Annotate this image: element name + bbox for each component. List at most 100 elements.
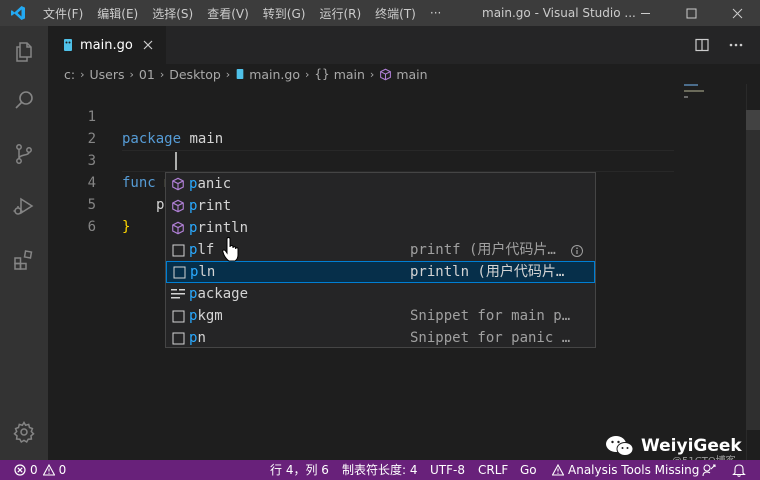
error-icon	[14, 464, 26, 476]
breadcrumb: c: › Users › 01 › Desktop › main.go › {}…	[48, 64, 760, 84]
snippet-icon	[170, 330, 186, 346]
breadcrumb-package[interactable]: main	[334, 67, 365, 82]
line-number: 6	[87, 219, 96, 235]
search-icon[interactable]	[0, 76, 48, 124]
info-icon[interactable]	[570, 243, 584, 257]
suggestion-label: println	[189, 217, 248, 239]
menu-selection[interactable]: 选择(S)	[145, 5, 200, 22]
vscode-logo-icon	[0, 0, 36, 26]
menu-terminal[interactable]: 终端(T)	[368, 5, 423, 22]
keyword-icon	[170, 286, 186, 302]
breadcrumb-file[interactable]: main.go	[249, 67, 300, 82]
code-line: 1 package main	[48, 84, 224, 147]
suggestion-rest: kgm	[197, 308, 223, 324]
suggestion-label: pkgm	[189, 305, 223, 327]
scrollbar-thumb[interactable]	[746, 110, 760, 130]
minimize-button[interactable]	[622, 0, 668, 26]
maximize-button[interactable]	[668, 0, 714, 26]
snippet-icon	[170, 308, 186, 324]
window-title: main.go - Visual Studio ...	[482, 6, 636, 20]
menu-edit[interactable]: 编辑(E)	[90, 5, 145, 22]
indentation[interactable]: 制表符长度: 4	[342, 460, 418, 480]
suggestion-rest: n	[197, 330, 206, 346]
minimap[interactable]	[682, 84, 746, 460]
breadcrumb-drive[interactable]: c:	[64, 67, 75, 82]
suggestion-detail: Snippet for panic …	[410, 330, 571, 346]
suggestion-label: plf	[189, 239, 214, 261]
go-file-icon	[235, 68, 245, 80]
wechat-logo-icon	[606, 436, 634, 456]
suggestion-item-pn[interactable]: pn Snippet for panic …	[166, 327, 595, 349]
language-mode[interactable]: Go	[520, 460, 537, 480]
breadcrumb-desktop[interactable]: Desktop	[169, 67, 221, 82]
suggestion-item-println[interactable]: println	[166, 217, 595, 239]
close-window-button[interactable]	[714, 0, 760, 26]
menu-go[interactable]: 转到(G)	[256, 5, 313, 22]
suggestion-label: pn	[189, 327, 206, 349]
activity-bar	[0, 26, 48, 460]
notifications-bell-icon[interactable]	[732, 460, 746, 480]
problems-indicator[interactable]: 0 0	[14, 460, 66, 480]
cursor-position[interactable]: 行 4，列 6	[270, 460, 329, 480]
keyword-token: func	[122, 175, 156, 191]
suggestion-label: pln	[190, 261, 215, 283]
menu-run[interactable]: 运行(R)	[312, 5, 368, 22]
suggestion-item-package[interactable]: package	[166, 283, 595, 305]
menu-file[interactable]: 文件(F)	[36, 5, 90, 22]
explorer-icon[interactable]	[0, 28, 48, 76]
suggestion-detail: println (用户代码片…	[410, 264, 565, 280]
suggestion-rest: rintln	[197, 220, 249, 236]
feedback-icon[interactable]	[702, 460, 716, 480]
method-cube-icon	[170, 176, 186, 192]
analysis-tools-label: Analysis Tools Missing	[568, 463, 700, 477]
split-editor-icon[interactable]	[688, 26, 716, 64]
suggestion-rest: ln	[198, 264, 216, 280]
text-cursor	[175, 152, 177, 170]
chevron-right-icon: ›	[159, 67, 165, 81]
breadcrumb-01[interactable]: 01	[139, 67, 155, 82]
suggestion-label: panic	[189, 173, 231, 195]
chevron-right-icon: ›	[225, 67, 231, 81]
tab-label: main.go	[80, 37, 133, 53]
breadcrumb-function[interactable]: main	[396, 67, 427, 82]
code-line: 6	[48, 194, 96, 235]
keyword-token: package	[122, 131, 182, 147]
editor-tab-bar: main.go	[48, 26, 760, 64]
tab-main-go[interactable]: main.go	[48, 26, 166, 64]
suggestion-item-panic[interactable]: panic	[166, 173, 595, 195]
snippet-icon	[171, 264, 187, 280]
suggestion-rest: anic	[197, 176, 232, 192]
suggestion-rest: lf	[197, 242, 215, 258]
end-of-line[interactable]: CRLF	[478, 460, 508, 480]
code-line: 5 }	[48, 172, 131, 235]
suggestion-label: package	[189, 283, 248, 305]
error-count: 0	[30, 463, 38, 477]
suggestion-item-pkgm[interactable]: pkgm Snippet for main p…	[166, 305, 595, 327]
code-line: 2	[48, 106, 96, 147]
suggestion-item-pln[interactable]: pln println (用户代码片…	[166, 261, 595, 283]
current-line-highlight	[122, 150, 674, 172]
breadcrumb-users[interactable]: Users	[90, 67, 125, 82]
menu-more[interactable]: ···	[423, 6, 448, 20]
run-debug-icon[interactable]	[0, 182, 48, 230]
title-bar: 文件(F) 编辑(E) 选择(S) 查看(V) 转到(G) 运行(R) 终端(T…	[0, 0, 760, 26]
encoding[interactable]: UTF-8	[430, 460, 465, 480]
extensions-icon[interactable]	[0, 236, 48, 284]
suggestion-detail: printf (用户代码片…	[410, 242, 556, 258]
code-line: 4 p	[48, 150, 165, 213]
settings-gear-icon[interactable]	[0, 408, 48, 456]
code-line: 3 func main() {	[48, 128, 232, 191]
analysis-tools-status[interactable]: Analysis Tools Missing	[552, 460, 699, 480]
scrollbar-overview	[746, 130, 760, 430]
chevron-right-icon: ›	[369, 67, 375, 81]
hand-pointer-icon	[222, 236, 240, 263]
go-file-icon	[62, 38, 74, 52]
suggestion-item-print[interactable]: print	[166, 195, 595, 217]
suggestion-rest: rint	[197, 198, 232, 214]
tab-close-icon[interactable]	[140, 37, 156, 53]
more-actions-icon[interactable]	[722, 26, 750, 64]
source-control-icon[interactable]	[0, 130, 48, 178]
menu-view[interactable]: 查看(V)	[200, 5, 256, 22]
status-bar: 0 0 行 4，列 6 制表符长度: 4 UTF-8 CRLF Go Analy…	[0, 460, 760, 480]
